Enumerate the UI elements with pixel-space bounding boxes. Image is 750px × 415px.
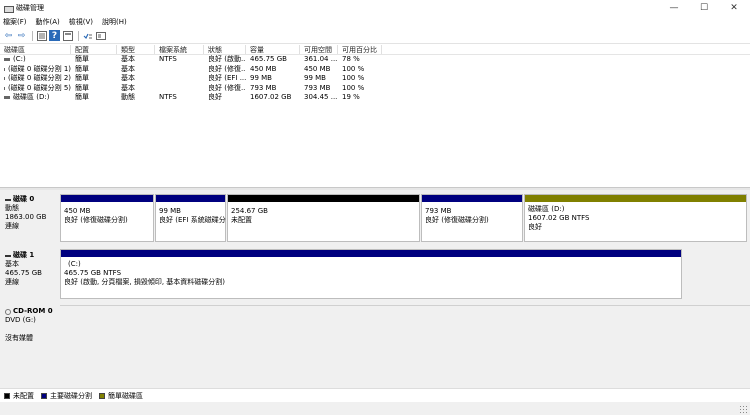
legend-swatch [4,392,10,399]
volume-icon [4,58,10,62]
list-view-icon[interactable] [36,30,47,41]
table-row[interactable]: (C:) 簡單 基本 NTFS 良好 (啟動... 465.75 GB 361.… [0,55,750,65]
column-header-capacity[interactable]: 容量 [246,45,300,54]
cdrom-0-label[interactable]: CD-ROM 0 DVD (G:) 沒有媒體 [0,306,60,358]
forward-arrow-icon[interactable]: ⇨ [16,30,27,41]
legend: 未配置 主要磁碟分割 簡單磁碟區 [0,388,750,402]
back-arrow-icon[interactable]: ⇦ [3,30,14,41]
partition-color-bar [525,195,746,202]
disk-icon [5,254,11,257]
menu-action[interactable]: 動作(A) [36,17,60,27]
legend-swatch [99,392,105,399]
volume-icon [4,77,5,81]
resize-grip-icon[interactable] [739,405,747,413]
menu-help[interactable]: 說明(H) [102,17,127,27]
legend-simple-volume: 簡單磁碟區 [99,391,143,401]
settings-panel-icon[interactable] [95,30,106,41]
disk-icon [5,198,11,201]
volume-list: 磁碟區 配置 類型 檔案系統 狀態 容量 可用空間 可用百分比 (C:) 簡單 … [0,45,750,187]
status-bar [0,402,750,415]
partition-color-bar [156,195,225,202]
minimize-button[interactable]: — [660,0,688,15]
table-row[interactable]: (磁碟 0 磁碟分割 2) 簡單 基本 良好 (EFI ... 99 MB 99… [0,74,750,84]
menu-bar: 檔案(F) 動作(A) 檢視(V) 說明(H) [0,15,750,28]
table-row[interactable]: (磁碟 0 磁碟分割 5) 簡單 基本 良好 (修復... 793 MB 793… [0,84,750,94]
partition-disk1-c[interactable]: (C:) 465.75 GB NTFS 良好 (啟動, 分頁檔案, 損毀傾印, … [60,249,682,299]
volume-icon [4,67,5,71]
legend-primary-partition: 主要磁碟分割 [41,391,92,401]
column-header-volume[interactable]: 磁碟區 [0,45,71,54]
partition-disk0-recovery-5[interactable]: 793 MB 良好 (修復磁碟分割) [421,194,523,242]
check-list-icon[interactable] [82,30,93,41]
column-header-filesystem[interactable]: 檔案系統 [155,45,204,54]
title-bar: 磁碟管理 — ☐ ✕ [0,0,750,15]
table-row[interactable]: (磁碟 0 磁碟分割 1) 簡單 基本 良好 (修復... 450 MB 450… [0,65,750,75]
legend-unallocated: 未配置 [4,391,34,401]
partition-color-bar [228,195,419,202]
column-header-free-space[interactable]: 可用空間 [300,45,338,54]
toolbar-separator [32,30,33,41]
volume-list-header: 磁碟區 配置 類型 檔案系統 狀態 容量 可用空間 可用百分比 [0,45,750,55]
toolbar: ⇦ ⇨ ? [0,28,750,44]
legend-swatch [41,392,47,399]
table-row[interactable]: 磁碟區 (D:) 簡單 動態 NTFS 良好 1607.02 GB 304.45… [0,93,750,103]
close-button[interactable]: ✕ [720,0,748,15]
column-header-type[interactable]: 類型 [117,45,155,54]
volume-icon [4,86,5,90]
menu-view[interactable]: 檢視(V) [69,17,93,27]
partition-color-bar [61,195,153,202]
cdrom-area[interactable] [60,305,750,358]
maximize-button[interactable]: ☐ [690,0,718,15]
column-header-status[interactable]: 狀態 [204,45,246,54]
partition-disk0-recovery-1[interactable]: 450 MB 良好 (修復磁碟分割) [60,194,154,242]
disk-map: 磁碟 0 動態 1863.00 GB 連線 450 MB 良好 (修復磁碟分割)… [0,190,750,388]
disk-management-icon [3,3,14,13]
disk-1-label[interactable]: 磁碟 1 基本 465.75 GB 連線 [0,251,60,299]
partition-disk0-efi[interactable]: 99 MB 良好 (EFI 系統磁碟分 [155,194,226,242]
toolbar-separator [78,30,79,41]
window-title: 磁碟管理 [16,3,44,12]
cd-rom-icon [5,308,11,315]
partition-color-bar [61,250,681,257]
column-header-layout[interactable]: 配置 [71,45,117,54]
properties-icon[interactable] [62,30,73,41]
column-header-percent-free[interactable]: 可用百分比 [338,45,382,54]
volume-icon [4,96,10,100]
menu-file[interactable]: 檔案(F) [3,17,27,27]
partition-disk0-unallocated[interactable]: 254.67 GB 未配置 [227,194,420,242]
disk-0-label[interactable]: 磁碟 0 動態 1863.00 GB 連線 [0,195,60,245]
help-icon[interactable]: ? [49,30,60,41]
partition-disk0-volume-d[interactable]: 磁碟區 (D:) 1607.02 GB NTFS 良好 [524,194,747,242]
partition-color-bar [422,195,522,202]
